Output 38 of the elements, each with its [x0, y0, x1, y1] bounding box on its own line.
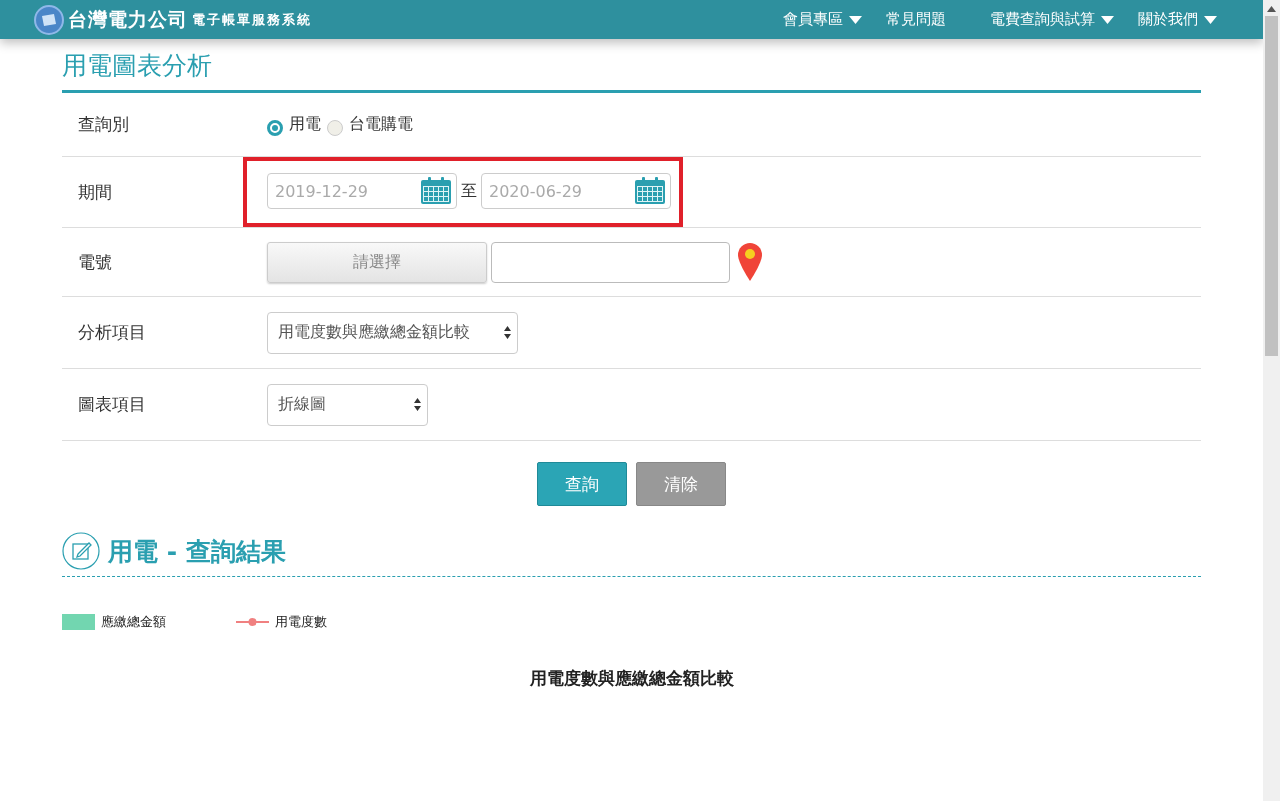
legend-item[interactable]: 用電度數	[236, 613, 327, 631]
spinner-arrows-icon	[414, 398, 421, 411]
select-dropdown[interactable]: 折線圖	[267, 383, 428, 426]
field-label: 期間	[77, 180, 113, 204]
scrollbar-thumb[interactable]	[1265, 16, 1278, 356]
text-field[interactable]	[491, 241, 730, 283]
logo-icon	[34, 4, 64, 35]
field-label: 分析項目	[77, 321, 147, 344]
query-button[interactable]: 查詢	[537, 462, 627, 506]
legend-label: 用電度數	[275, 613, 327, 631]
field-label: 查詢別	[77, 113, 130, 136]
section-title: 用電 - 查詢結果	[108, 535, 286, 568]
calendar-icon[interactable]	[634, 177, 666, 205]
spinner-arrows-icon	[504, 326, 511, 339]
radio-option[interactable]: 台電購電	[327, 113, 413, 136]
calendar-icon[interactable]	[420, 177, 452, 205]
radio-button[interactable]	[327, 119, 343, 136]
nav-item[interactable]: 會員專區	[771, 10, 874, 29]
page-title: 用電圖表分析	[62, 49, 1201, 93]
logo-text: 台灣電力公司	[68, 6, 188, 32]
radio-option[interactable]: 用電	[267, 113, 321, 136]
scroll-up-icon[interactable]	[1267, 6, 1276, 12]
field-label: 電號	[77, 250, 113, 274]
clear-button[interactable]: 清除	[636, 462, 726, 506]
system-name: 電子帳單服務系統	[192, 10, 312, 29]
choose-button[interactable]: 請選擇	[267, 241, 487, 283]
legend-item[interactable]: 應繳總金額	[62, 613, 166, 631]
edit-icon	[62, 532, 100, 570]
legend-label: 應繳總金額	[101, 613, 166, 631]
select-dropdown[interactable]: 用電度數與應繳總金額比較	[267, 311, 518, 354]
radio-button[interactable]	[267, 119, 283, 136]
map-pin-icon[interactable]	[738, 243, 762, 281]
nav-item[interactable]: 常見問題	[874, 10, 958, 29]
nav-item[interactable]: 關於我們	[1126, 10, 1229, 29]
range-separator: 至	[461, 180, 477, 202]
field-label: 圖表項目	[77, 393, 147, 416]
chart-title: 用電度數與應繳總金額比較	[528, 667, 735, 690]
nav-item[interactable]: 電費查詢與試算	[978, 10, 1126, 29]
